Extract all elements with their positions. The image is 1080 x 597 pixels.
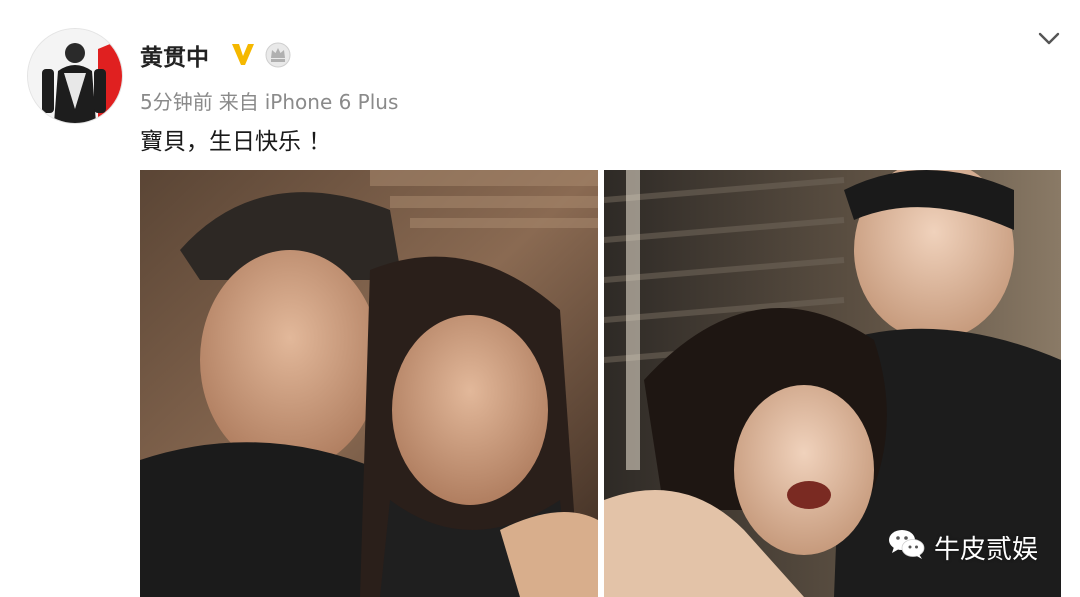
watermark: 牛皮贰娱	[888, 528, 1038, 567]
member-crown-icon[interactable]	[263, 40, 293, 70]
post-meta: 5分钟前 来自 iPhone 6 Plus	[140, 86, 398, 115]
watermark-text: 牛皮贰娱	[934, 535, 1039, 565]
post-photo-1[interactable]	[140, 170, 598, 597]
user-avatar-image	[28, 29, 122, 123]
source-prefix: 来自	[218, 90, 259, 114]
chevron-down-icon[interactable]	[1036, 26, 1062, 52]
verified-v-icon	[229, 40, 257, 68]
avatar[interactable]	[27, 28, 123, 124]
source-device[interactable]: iPhone 6 Plus	[265, 90, 399, 114]
post-timestamp[interactable]: 5分钟前	[140, 90, 213, 114]
username[interactable]: 黄贯中	[140, 38, 209, 72]
wechat-icon	[888, 528, 926, 567]
post-text: 寶貝，生日快乐 ！	[140, 129, 332, 155]
